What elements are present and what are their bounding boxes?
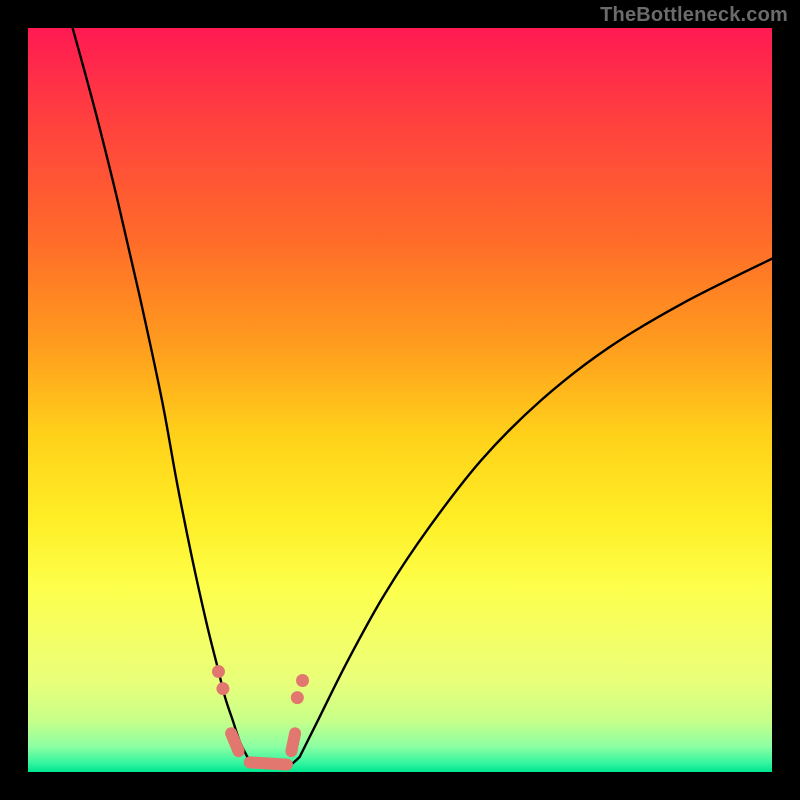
curve-marker-segment <box>250 762 287 764</box>
left-curve <box>73 28 248 757</box>
watermark-text: TheBottleneck.com <box>600 4 788 27</box>
curve-marker-dot <box>216 682 229 695</box>
chart-svg <box>28 28 772 772</box>
curve-marker-dot <box>296 674 309 687</box>
plot-area <box>28 28 772 772</box>
right-curve <box>300 259 772 757</box>
marker-group <box>212 665 309 765</box>
outer-frame: TheBottleneck.com <box>0 0 800 800</box>
curve-marker-dot <box>212 665 225 678</box>
curve-marker-segment <box>231 733 238 751</box>
curve-marker-dot <box>291 691 304 704</box>
curve-marker-segment <box>291 733 295 751</box>
